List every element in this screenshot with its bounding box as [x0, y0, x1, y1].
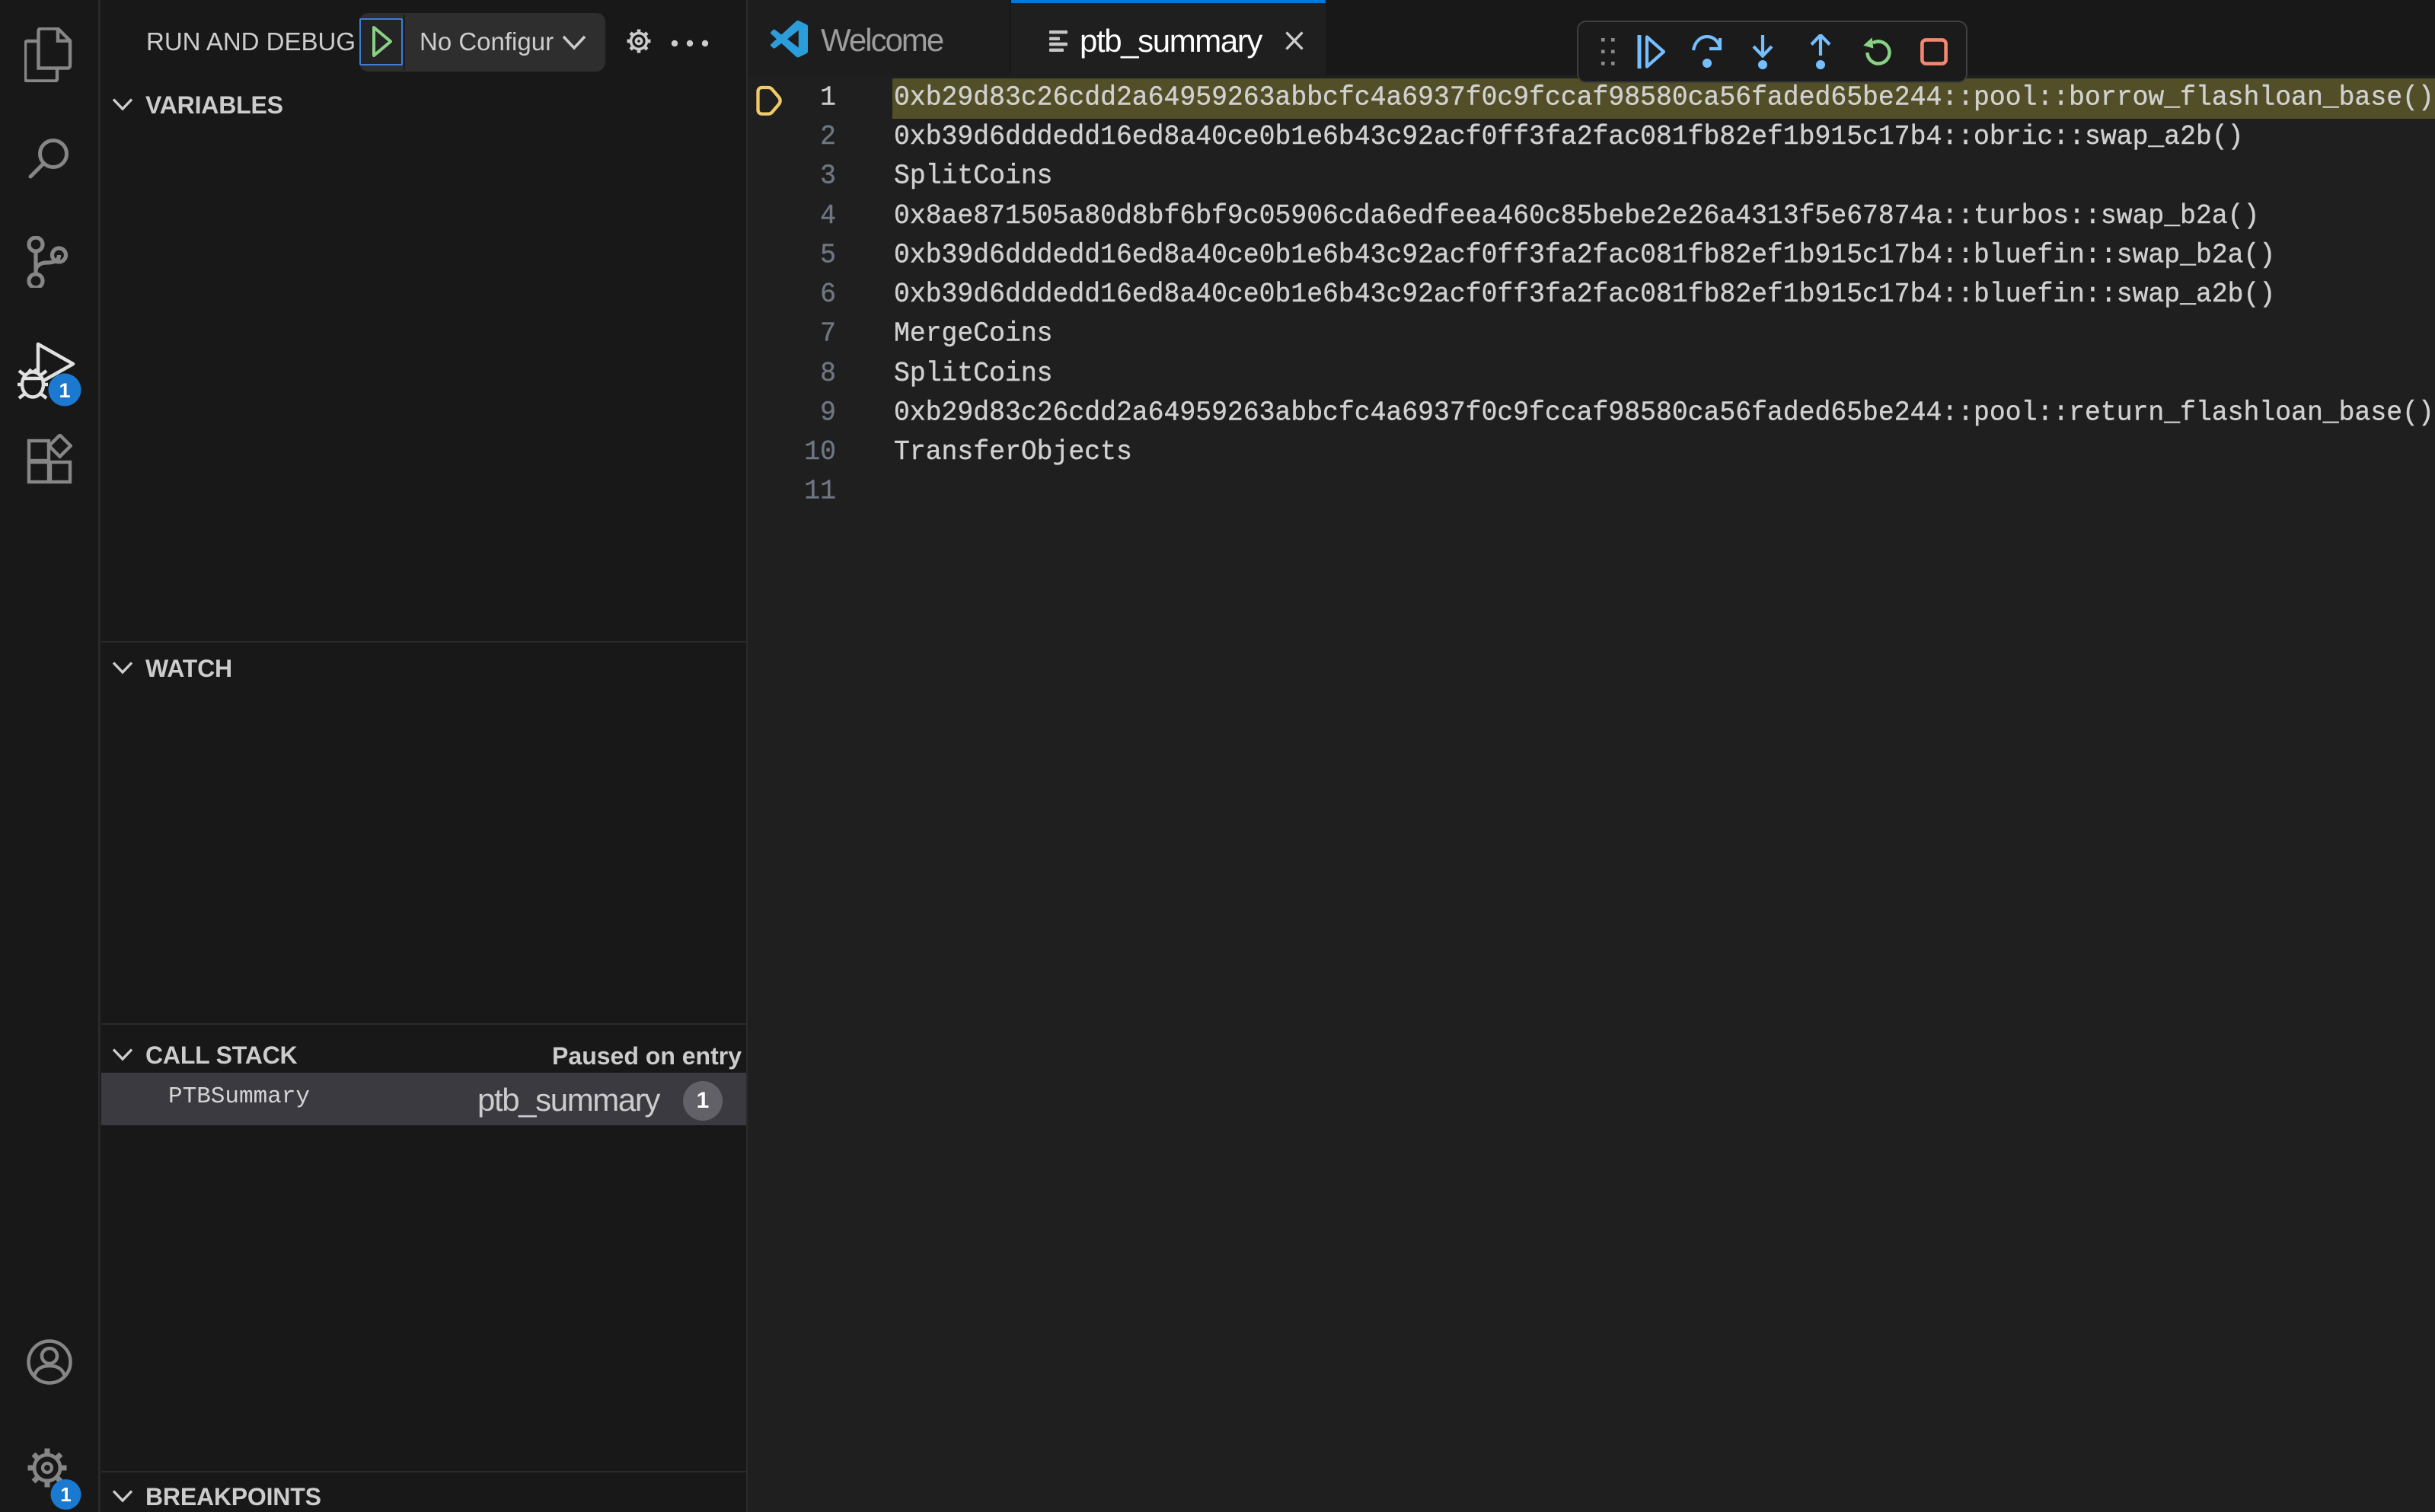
svg-text:1: 1: [59, 379, 70, 402]
svg-text:1: 1: [60, 1483, 71, 1506]
